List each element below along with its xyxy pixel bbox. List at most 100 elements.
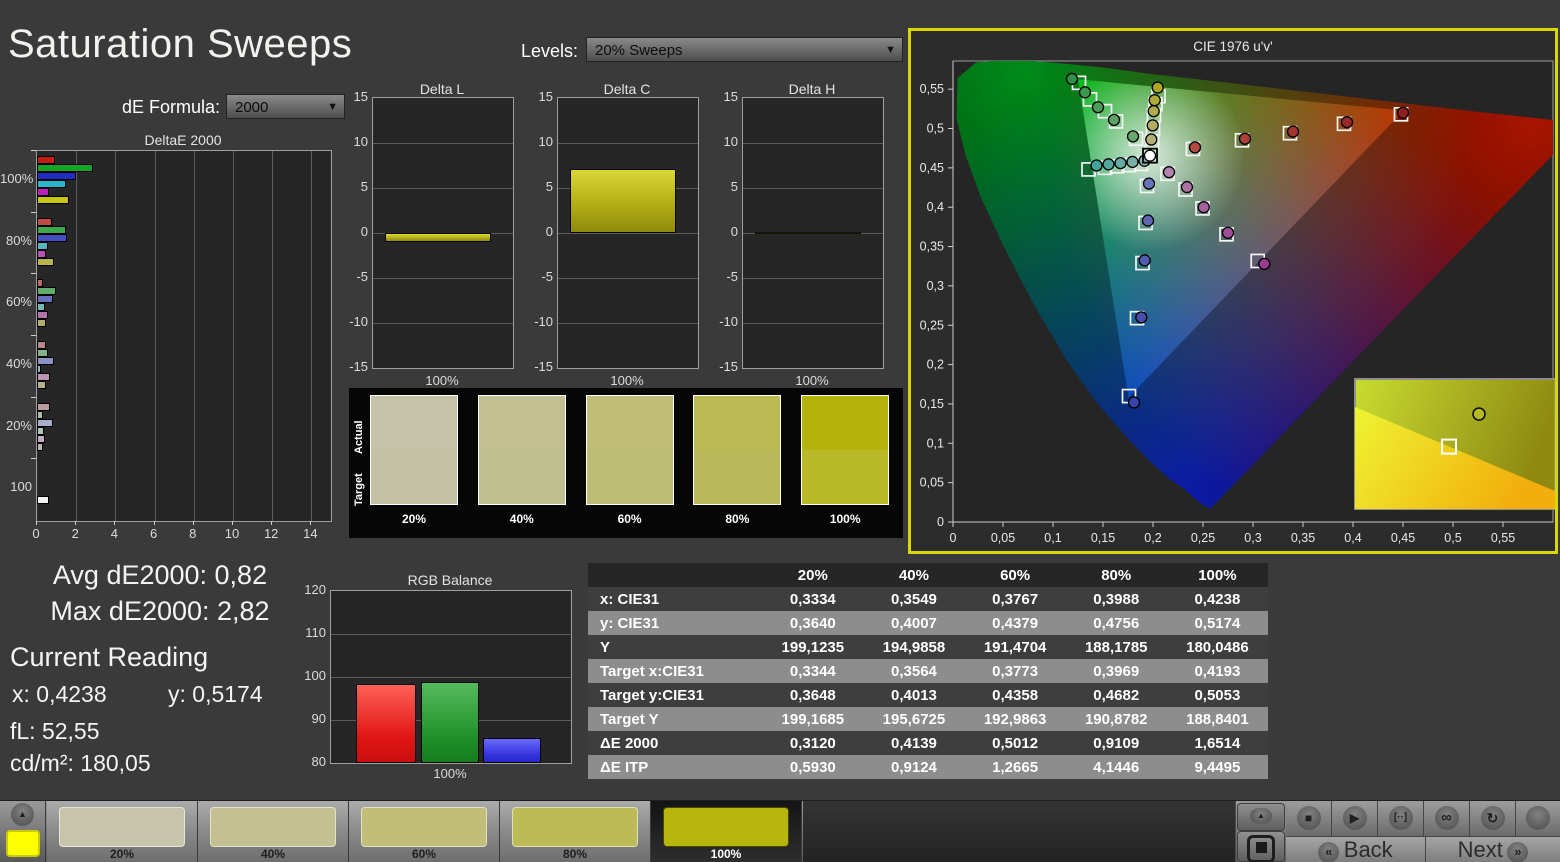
table-cell: 0,9124 — [863, 755, 964, 779]
table-cell: 0,3344 — [762, 659, 863, 683]
swatch-label: 40% — [478, 512, 566, 526]
de-bar — [37, 295, 53, 303]
continuous-read-button[interactable]: ∞ — [1424, 801, 1470, 837]
pattern-level-button-60%[interactable]: 60% — [349, 801, 500, 862]
table-cell: 0,3767 — [965, 587, 1066, 611]
pattern-mode-button[interactable]: [··] — [1378, 801, 1424, 837]
axis-tick — [75, 521, 76, 525]
stop-button[interactable]: ■ — [1286, 801, 1332, 837]
delta-c-chart: Delta C 151050-5-10-15100% — [525, 81, 705, 386]
de-bar — [37, 164, 93, 172]
measured-point-red — [1190, 142, 1201, 153]
pattern-level-button-100%[interactable]: 100% — [651, 801, 802, 862]
de-formula-dropdown[interactable]: 2000 ▼ — [226, 94, 345, 119]
de-bar — [37, 258, 54, 266]
axis-tick — [31, 273, 36, 274]
back-button[interactable]: « Back — [1286, 837, 1426, 862]
gridline — [743, 323, 883, 324]
svg-text:0,3: 0,3 — [927, 279, 944, 293]
current-color-swatch[interactable] — [6, 830, 40, 857]
de-bar — [37, 381, 46, 389]
table-cell: 199,1685 — [762, 707, 863, 731]
svg-text:0,5: 0,5 — [1444, 531, 1461, 545]
row-label: ΔE 2000 — [588, 731, 762, 755]
delta-h-chart: Delta H 151050-5-10-15100% — [710, 81, 890, 386]
y-tick-label: 5 — [710, 179, 738, 194]
y-tick-label: 0 — [340, 224, 368, 239]
table-cell: 0,5053 — [1167, 683, 1268, 707]
table-cell: 9,4495 — [1167, 755, 1268, 779]
de-bar — [37, 357, 54, 365]
measured-point-yellow — [1147, 120, 1158, 131]
table-cell: 0,3988 — [1066, 587, 1167, 611]
current-reading-label: Current Reading — [10, 642, 208, 673]
swatch-label: 60% — [586, 512, 674, 526]
delta-l-chart: Delta L 151050-5-10-15100% — [340, 81, 520, 386]
table-cell: 0,4379 — [965, 611, 1066, 635]
actual-swatch — [587, 396, 673, 450]
pattern-level-button-80%[interactable]: 80% — [500, 801, 651, 862]
row-label: Target Y — [588, 707, 762, 731]
levels-value: 20% Sweeps — [595, 42, 683, 59]
refresh-button[interactable]: ↻ — [1470, 801, 1516, 837]
svg-text:0,1: 0,1 — [1044, 531, 1061, 545]
levels-dropdown[interactable]: 20% Sweeps ▼ — [586, 37, 903, 62]
column-header: 40% — [863, 563, 964, 587]
pattern-color-swatch — [663, 807, 789, 847]
axis-tick — [310, 521, 311, 525]
actual-row-label: Actual — [353, 402, 365, 454]
measured-point-red — [1288, 126, 1299, 137]
axis-tick — [31, 150, 36, 151]
next-button[interactable]: Next » — [1426, 837, 1560, 862]
cie-diagram: 00,050,10,150,20,250,30,350,40,450,50,55… — [911, 31, 1555, 551]
chevron-up-icon[interactable]: ▲ — [11, 803, 34, 826]
table-cell: 0,4358 — [965, 683, 1066, 707]
measured-point-yellow — [1152, 82, 1163, 93]
table-cell: 0,4682 — [1066, 683, 1167, 707]
gridline — [558, 233, 698, 234]
white-point-measured — [1145, 150, 1156, 161]
x-axis-label: 100% — [557, 373, 697, 388]
group-label: 80% — [0, 233, 32, 248]
table-header-row: 20%40%60%80%100% — [588, 563, 1268, 587]
table-cell: 0,4193 — [1167, 659, 1268, 683]
row-label: Target y:CIE31 — [588, 683, 762, 707]
measured-point-magenta — [1164, 167, 1175, 178]
deltae2000-chart: DeltaE 2000 02468101214100%80%60%40%20%1… — [0, 132, 340, 544]
delta_c-plot — [557, 97, 699, 369]
table-cell: 190,8782 — [1066, 707, 1167, 731]
avg-de2000-stat: Avg dE2000: 0,82 — [0, 560, 320, 591]
svg-text:0,45: 0,45 — [1391, 531, 1415, 545]
current-fl-value: fL: 52,55 — [10, 718, 100, 745]
infinity-icon: ∞ — [1435, 806, 1459, 830]
y-tick-label: 100 — [296, 668, 326, 683]
x-axis-label: 100% — [372, 373, 512, 388]
y-tick-label: -5 — [340, 269, 368, 284]
de-bar — [37, 341, 46, 349]
y-tick-label: -5 — [710, 269, 738, 284]
chevrons-left-icon: « — [1318, 842, 1339, 862]
y-tick-label: 15 — [710, 89, 738, 104]
pattern-window-up-button[interactable]: ▲ — [1237, 803, 1285, 831]
pattern-level-label: 100% — [651, 847, 801, 861]
transport-controls: ▲ ■ ▶ [··] ∞ ↻ « Back Next — [1236, 801, 1560, 862]
table-cell: 0,5930 — [762, 755, 863, 779]
meter-status-button[interactable] — [1516, 801, 1560, 837]
y-tick-label: -10 — [340, 314, 368, 329]
rgb-balance-plot — [330, 590, 572, 764]
play-button[interactable]: ▶ — [1332, 801, 1378, 837]
de-bar — [37, 319, 46, 327]
pattern-level-button-20%[interactable]: 20% — [47, 801, 198, 862]
chevron-down-icon: ▼ — [885, 38, 896, 63]
de-bar — [37, 287, 56, 295]
display-window-button[interactable] — [1237, 831, 1285, 862]
gridline — [373, 188, 513, 189]
table-cell: 0,3773 — [965, 659, 1066, 683]
pattern-level-button-40%[interactable]: 40% — [198, 801, 349, 862]
de-bar — [37, 156, 55, 164]
target-swatch — [371, 450, 457, 504]
delta-l-chart-title: Delta L — [372, 81, 512, 97]
table-cell: 195,6725 — [863, 707, 964, 731]
gridline — [311, 151, 312, 521]
y-tick-label: 15 — [340, 89, 368, 104]
